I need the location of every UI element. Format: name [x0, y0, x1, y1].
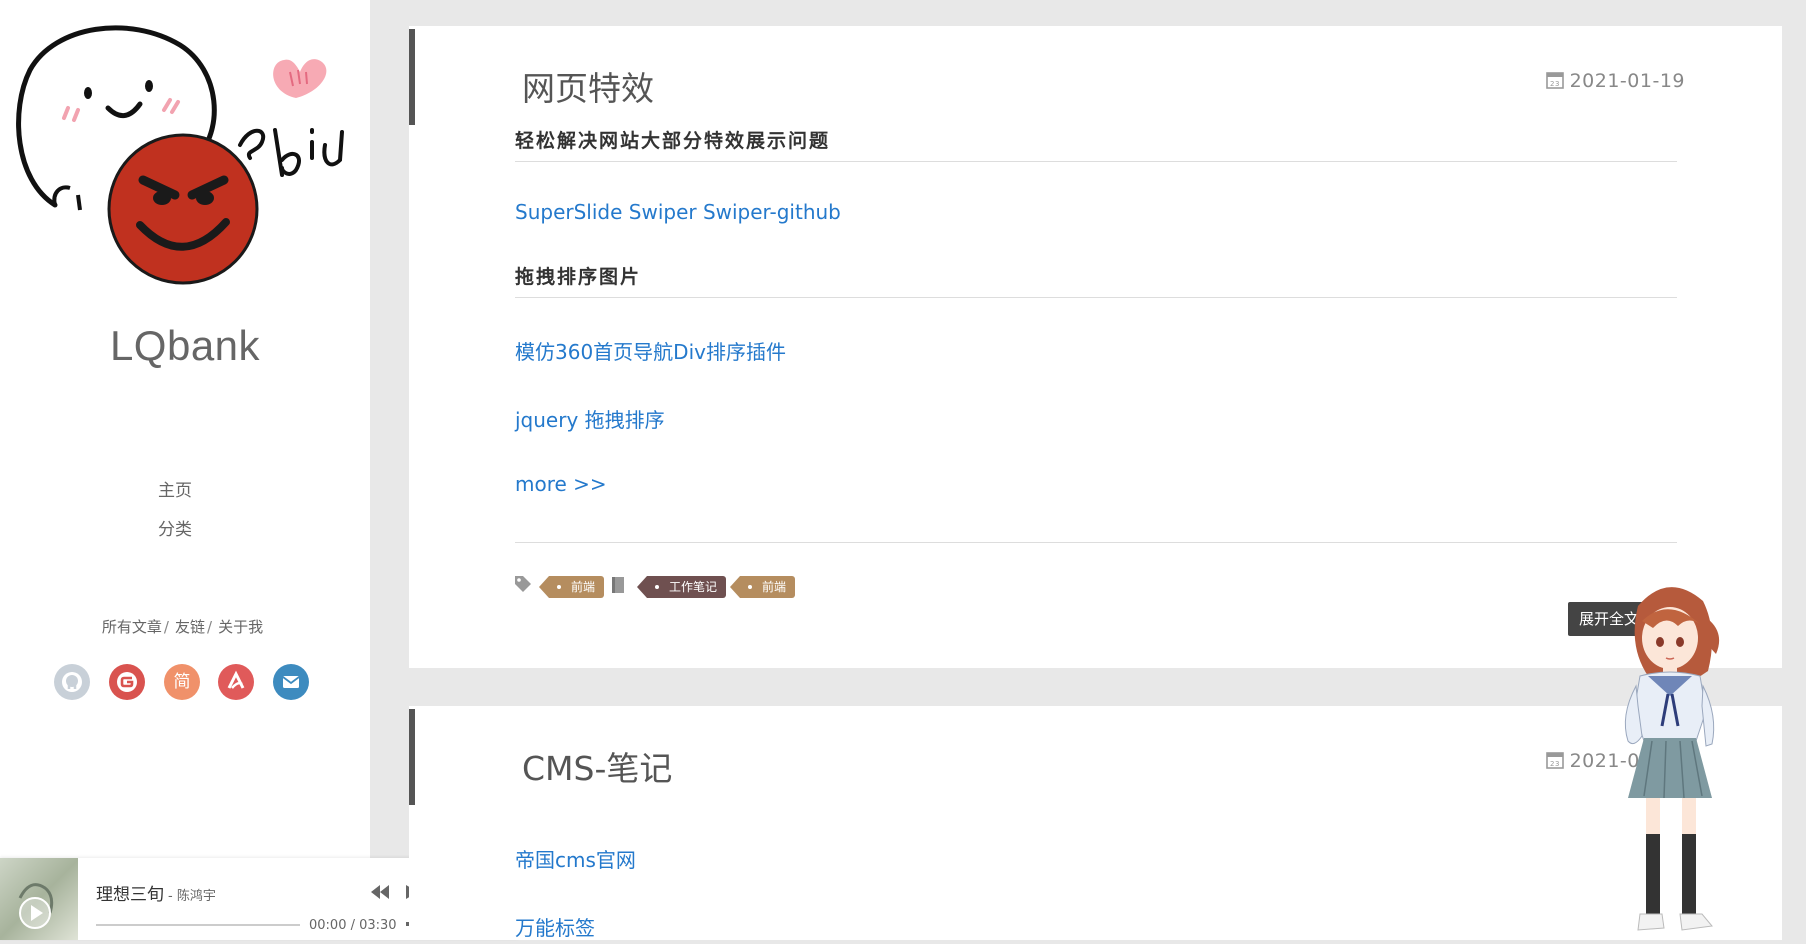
calendar-icon: 23 — [1545, 72, 1564, 89]
social-links: 简 — [54, 664, 314, 704]
post-date-text: 2021-01-19 — [1569, 70, 1685, 92]
jianshu-icon[interactable]: 简 — [164, 664, 200, 700]
nav-item-category[interactable]: 分类 — [0, 515, 350, 540]
post-link[interactable]: 帝国cms官网 — [515, 844, 636, 873]
avatar[interactable] — [0, 0, 370, 300]
post-date: 23 2021-01-19 — [1545, 70, 1685, 92]
nav-item-home[interactable]: 主页 — [0, 476, 350, 501]
post-link[interactable]: jquery 拖拽排序 — [515, 404, 665, 433]
email-icon[interactable] — [273, 664, 309, 700]
csdn-icon[interactable] — [218, 664, 254, 700]
live2d-mascot[interactable] — [1608, 576, 1738, 940]
section-heading: 轻松解决网站大部分特效展示问题 — [515, 130, 831, 152]
post-link[interactable]: SuperSlide Swiper Swiper-github — [515, 200, 841, 224]
album-cover[interactable] — [0, 858, 78, 940]
more-link[interactable]: more >> — [515, 472, 607, 496]
gitee-icon[interactable] — [109, 664, 145, 700]
link-separator: / — [163, 618, 169, 636]
track-artist: - 陈鸿宇 — [168, 889, 216, 904]
link-all-posts[interactable]: 所有文章 — [102, 618, 162, 636]
calendar-icon: 23 — [1545, 752, 1564, 769]
site-title[interactable]: LQbank — [0, 322, 370, 370]
svg-text:23: 23 — [1550, 80, 1560, 88]
tag-icon — [515, 576, 531, 592]
previous-icon[interactable] — [371, 885, 389, 899]
tag-label[interactable]: 前端 — [538, 576, 605, 598]
link-about[interactable]: 关于我 — [218, 618, 263, 636]
divider — [515, 297, 1677, 298]
post-title[interactable]: 网页特效 — [522, 62, 654, 110]
github-icon[interactable] — [54, 664, 90, 700]
post-accent-bar — [409, 29, 415, 125]
track-time: 00:00 / 03:30 — [309, 918, 397, 933]
divider — [515, 161, 1677, 162]
track-info: 理想三旬 - 陈鸿宇 — [96, 880, 216, 905]
link-separator: / — [207, 618, 213, 636]
tag-label[interactable]: 前端 — [729, 576, 796, 598]
post-link[interactable]: 万能标签 — [515, 912, 595, 941]
category-book-icon — [612, 577, 624, 593]
category-label[interactable]: 工作笔记 — [636, 576, 727, 598]
link-friends[interactable]: 友链 — [175, 618, 205, 636]
svg-text:23: 23 — [1550, 760, 1560, 768]
post-link[interactable]: 模仿360首页导航Div排序插件 — [515, 336, 786, 365]
post-title[interactable]: CMS-笔记 — [522, 742, 672, 790]
progress-bar[interactable] — [96, 924, 300, 926]
divider — [515, 542, 1677, 543]
devil-face — [107, 133, 259, 285]
section-heading: 拖拽排序图片 — [515, 266, 642, 288]
biu-scribble — [238, 128, 344, 177]
track-title: 理想三旬 — [96, 885, 164, 905]
sidebar: LQbank 主页 分类 所有文章 / 友链 / 关于我 简 — [0, 0, 370, 940]
post-accent-bar — [409, 709, 415, 805]
quick-links: 所有文章 / 友链 / 关于我 — [0, 616, 365, 637]
post-card: 网页特效 23 2021-01-19 轻松解决网站大部分特效展示问题 SuperS… — [409, 26, 1782, 668]
post-card: CMS-笔记 23 2021-01-19 帝国cms官网 万能标签 — [409, 706, 1782, 940]
